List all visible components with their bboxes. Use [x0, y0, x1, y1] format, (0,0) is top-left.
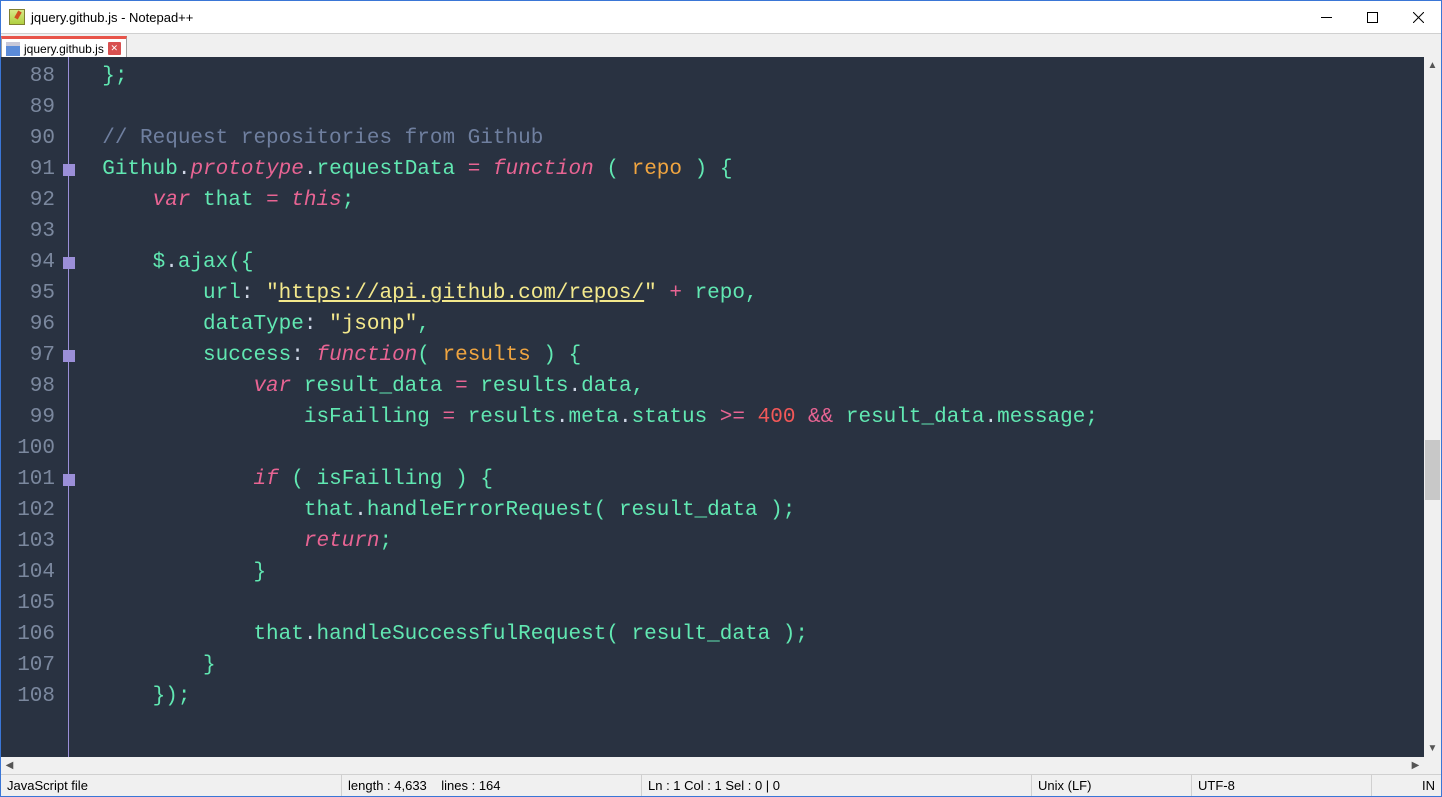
fold-column[interactable]	[61, 57, 77, 757]
status-length: length : 4,633 lines : 164	[341, 775, 641, 796]
fold-marker[interactable]	[63, 257, 75, 269]
app-icon	[9, 9, 25, 25]
horizontal-scrollbar[interactable]: ◀ ▶	[1, 757, 1441, 774]
tab-label: jquery.github.js	[24, 42, 104, 56]
fold-marker[interactable]	[63, 350, 75, 362]
scroll-right-arrow-icon[interactable]: ▶	[1407, 757, 1424, 774]
tabbar: jquery.github.js ✕	[1, 33, 1441, 57]
save-icon	[6, 42, 20, 56]
scroll-left-arrow-icon[interactable]: ◀	[1, 757, 18, 774]
close-button[interactable]	[1395, 2, 1441, 32]
tab-close-icon[interactable]: ✕	[108, 42, 121, 55]
vertical-scrollbar[interactable]: ▲ ▼	[1424, 57, 1441, 757]
hscroll-track[interactable]	[18, 757, 1407, 774]
status-insert-mode: IN	[1371, 775, 1441, 796]
code-area[interactable]: }; // Request repositories from Github G…	[77, 57, 1424, 757]
titlebar: jquery.github.js - Notepad++	[1, 1, 1441, 33]
scroll-thumb[interactable]	[1425, 440, 1440, 500]
fold-marker[interactable]	[63, 164, 75, 176]
scroll-down-arrow-icon[interactable]: ▼	[1424, 740, 1441, 757]
status-filetype: JavaScript file	[1, 775, 341, 796]
scroll-up-arrow-icon[interactable]: ▲	[1424, 57, 1441, 74]
statusbar: JavaScript file length : 4,633 lines : 1…	[1, 774, 1441, 796]
window-title: jquery.github.js - Notepad++	[31, 10, 193, 25]
fold-marker[interactable]	[63, 474, 75, 486]
minimize-button[interactable]	[1303, 2, 1349, 32]
status-encoding: UTF-8	[1191, 775, 1371, 796]
status-eol: Unix (LF)	[1031, 775, 1191, 796]
maximize-button[interactable]	[1349, 2, 1395, 32]
line-number-gutter: 88 89 90 91 92 93 94 95 96 97 98 99 100 …	[1, 57, 61, 757]
tab-file[interactable]: jquery.github.js ✕	[1, 36, 127, 58]
editor[interactable]: 88 89 90 91 92 93 94 95 96 97 98 99 100 …	[1, 57, 1441, 757]
scroll-corner	[1424, 757, 1441, 774]
scroll-track[interactable]	[1424, 74, 1441, 740]
status-position: Ln : 1 Col : 1 Sel : 0 | 0	[641, 775, 1031, 796]
